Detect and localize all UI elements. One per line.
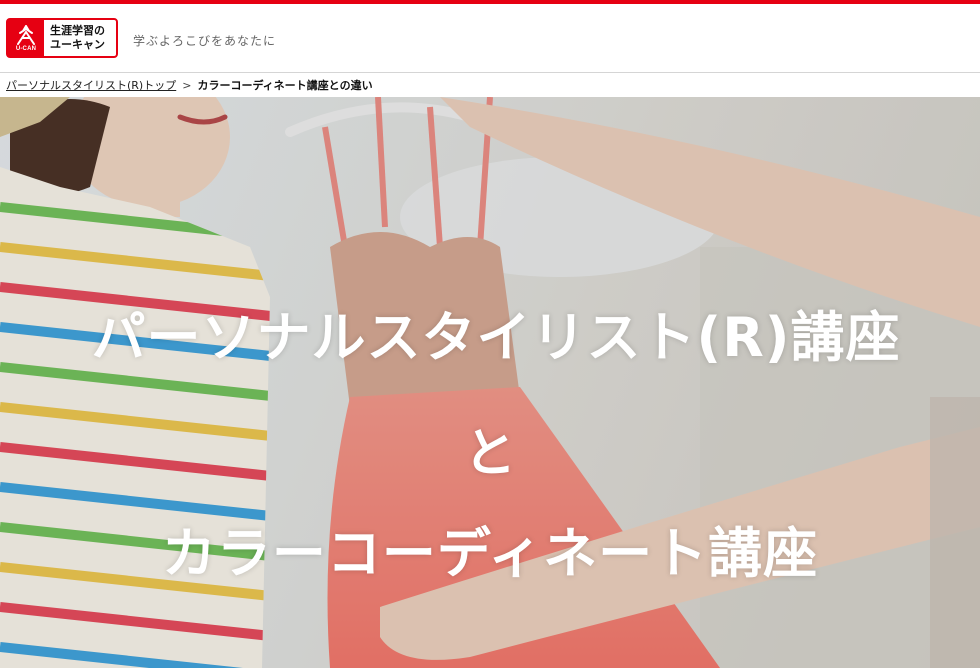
hero-title-line-1: パーソナルスタイリスト(R)講座 <box>91 306 901 369</box>
site-tagline: 学ぶよろこびをあなたに <box>133 34 277 48</box>
logo-emblem: U-CAN <box>8 20 44 56</box>
logo-wordmark: 生涯学習の ユーキャン <box>44 20 116 56</box>
ucan-logo: U-CAN 生涯学習の ユーキャン <box>6 18 118 58</box>
hero-title-line-3: カラーコーディネート講座 <box>161 522 819 585</box>
site-header: U-CAN 生涯学習の ユーキャン 学ぶよろこびをあなたに <box>0 4 980 72</box>
logo-line-2: ユーキャン <box>50 38 105 51</box>
breadcrumb: パーソナルスタイリスト(R)トップ > カラーコーディネート講座との違い <box>0 72 980 97</box>
hero-banner: パーソナルスタイリスト(R)講座 と カラーコーディネート講座 <box>0 97 980 668</box>
breadcrumb-separator: > <box>182 78 192 92</box>
breadcrumb-current-page: カラーコーディネート講座との違い <box>197 79 373 92</box>
logo-line-1: 生涯学習の <box>50 24 105 37</box>
logo-emblem-text: U-CAN <box>15 45 37 52</box>
breadcrumb-parent-link[interactable]: パーソナルスタイリスト(R)トップ <box>6 77 176 93</box>
ucan-logo-emblem-icon <box>17 24 35 45</box>
ucan-logo-link[interactable]: U-CAN 生涯学習の ユーキャン <box>6 18 118 58</box>
hero-title-line-2: と <box>463 424 516 484</box>
